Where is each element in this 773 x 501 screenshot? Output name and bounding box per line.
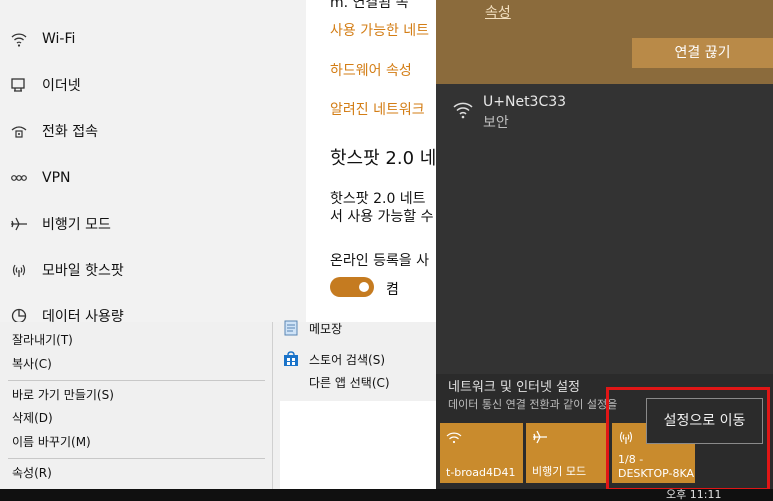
hotspot-description-line2: 서 사용 가능할 수 xyxy=(330,209,434,225)
sidebar-item-label: 이더넷 xyxy=(42,78,81,94)
wifi-icon xyxy=(10,30,28,48)
airplane-icon xyxy=(10,215,28,233)
menu-separator xyxy=(8,380,265,381)
context-menu-create-shortcut[interactable]: 바로 가기 만들기(S) xyxy=(0,384,273,406)
context-menu-copy[interactable]: 복사(C) xyxy=(0,353,273,375)
choose-other-app-label: 다른 앱 선택(C) xyxy=(309,375,390,390)
online-signup-label: 온라인 등록을 사 xyxy=(330,253,430,269)
connected-network-panel: 속성 연결 끊기 xyxy=(436,0,773,84)
disconnect-button[interactable]: 연결 끊기 xyxy=(632,38,773,68)
context-menu-cut[interactable]: 잘라내기(T) xyxy=(0,329,273,351)
sidebar-item-dialup[interactable]: 전화 접속 xyxy=(0,111,306,151)
hotspot-heading: 핫스팟 2.0 네 xyxy=(330,148,436,169)
vpn-icon xyxy=(10,169,28,187)
airplane-icon xyxy=(532,429,548,445)
notepad-label: 메모장 xyxy=(309,321,343,336)
settings-content: m. 연결됨 속 사용 가능한 네트 하드웨어 속성 알려진 네트워크 핫스팟 … xyxy=(306,0,436,322)
menu-separator xyxy=(8,458,265,459)
network-name: U+Net3C33 xyxy=(483,94,567,110)
sidebar-item-wifi[interactable]: Wi-Fi xyxy=(0,19,306,59)
sidebar-item-label: Wi-Fi xyxy=(42,31,76,47)
sidebar-item-label: VPN xyxy=(42,170,71,186)
sidebar-item-airplane[interactable]: 비행기 모드 xyxy=(0,204,306,244)
sidebar-item-vpn[interactable]: VPN xyxy=(0,158,306,198)
wifi-secure-icon xyxy=(452,98,474,120)
wifi-quick-action-tile[interactable]: t-broad4D41 xyxy=(440,423,523,483)
open-with-list: 메모장 스토어 검색(S) 다른 앱 선택(C) xyxy=(273,320,436,489)
sidebar-item-ethernet[interactable]: 이더넷 xyxy=(0,65,306,105)
data-usage-icon xyxy=(10,307,28,322)
network-settings-subtitle: 데이터 통신 연결 전환과 같이 설정을 xyxy=(448,398,618,411)
known-networks-link[interactable]: 알려진 네트워크 xyxy=(330,99,425,119)
wifi-icon xyxy=(446,429,462,445)
toggle-state-label: 켬 xyxy=(386,282,399,298)
notepad-item[interactable]: 메모장 xyxy=(283,317,342,339)
go-to-settings-tooltip[interactable]: 설정으로 이동 xyxy=(646,398,763,444)
airplane-mode-tile[interactable]: 비행기 모드 xyxy=(526,423,609,483)
network-status: 보안 xyxy=(483,115,509,131)
taskbar xyxy=(0,489,773,501)
sidebar-item-label: 비행기 모드 xyxy=(42,217,111,233)
store-search-item[interactable]: 스토어 검색(S) xyxy=(283,348,385,370)
hotspot-icon xyxy=(10,261,28,279)
network-list-item[interactable]: U+Net3C33 보안 xyxy=(436,84,773,374)
sidebar-item-label: 데이터 사용량 xyxy=(42,309,124,322)
dialup-icon xyxy=(10,122,28,140)
sidebar-item-label: 전화 접속 xyxy=(42,124,98,140)
open-with-panel xyxy=(280,401,436,489)
context-menu-properties[interactable]: 속성(R) xyxy=(0,462,273,484)
network-settings-link[interactable]: 네트워크 및 인터넷 설정 xyxy=(448,376,580,395)
settings-window: Wi-Fi 이더넷 전화 접속 VPN 비행기 모드 모바일 핫스팟 데이터 사… xyxy=(0,0,436,322)
ethernet-icon xyxy=(10,76,28,94)
online-signup-toggle[interactable] xyxy=(330,277,374,297)
sidebar-item-label: 모바일 핫스팟 xyxy=(42,263,124,279)
store-icon xyxy=(283,351,299,367)
settings-sidebar: Wi-Fi 이더넷 전화 접속 VPN 비행기 모드 모바일 핫스팟 데이터 사… xyxy=(0,0,306,322)
sidebar-item-mobile-hotspot[interactable]: 모바일 핫스팟 xyxy=(0,250,306,290)
properties-link[interactable]: 속성 xyxy=(485,2,511,22)
store-search-label: 스토어 검색(S) xyxy=(309,352,385,367)
context-menu: 잘라내기(T) 복사(C) 바로 가기 만들기(S) 삭제(D) 이름 바꾸기(… xyxy=(0,322,273,489)
taskbar-clock[interactable]: 오후 11:11 xyxy=(666,489,721,501)
hardware-properties-link[interactable]: 하드웨어 속성 xyxy=(330,60,412,80)
tile-label: 비행기 모드 xyxy=(532,465,587,478)
network-connected-text: m. 연결됨 속 xyxy=(330,0,409,11)
sidebar-item-data-usage[interactable]: 데이터 사용량 xyxy=(0,296,306,322)
hotspot-description-line1: 핫스팟 2.0 네트 xyxy=(330,191,426,207)
context-menu-delete[interactable]: 삭제(D) xyxy=(0,407,273,429)
toggle-knob xyxy=(359,282,369,292)
available-networks-link[interactable]: 사용 가능한 네트 xyxy=(330,20,429,40)
choose-other-app-item[interactable]: 다른 앱 선택(C) xyxy=(309,371,390,393)
tile-label: t-broad4D41 xyxy=(446,466,516,479)
context-menu-rename[interactable]: 이름 바꾸기(M) xyxy=(0,431,273,453)
notepad-icon xyxy=(283,320,299,336)
